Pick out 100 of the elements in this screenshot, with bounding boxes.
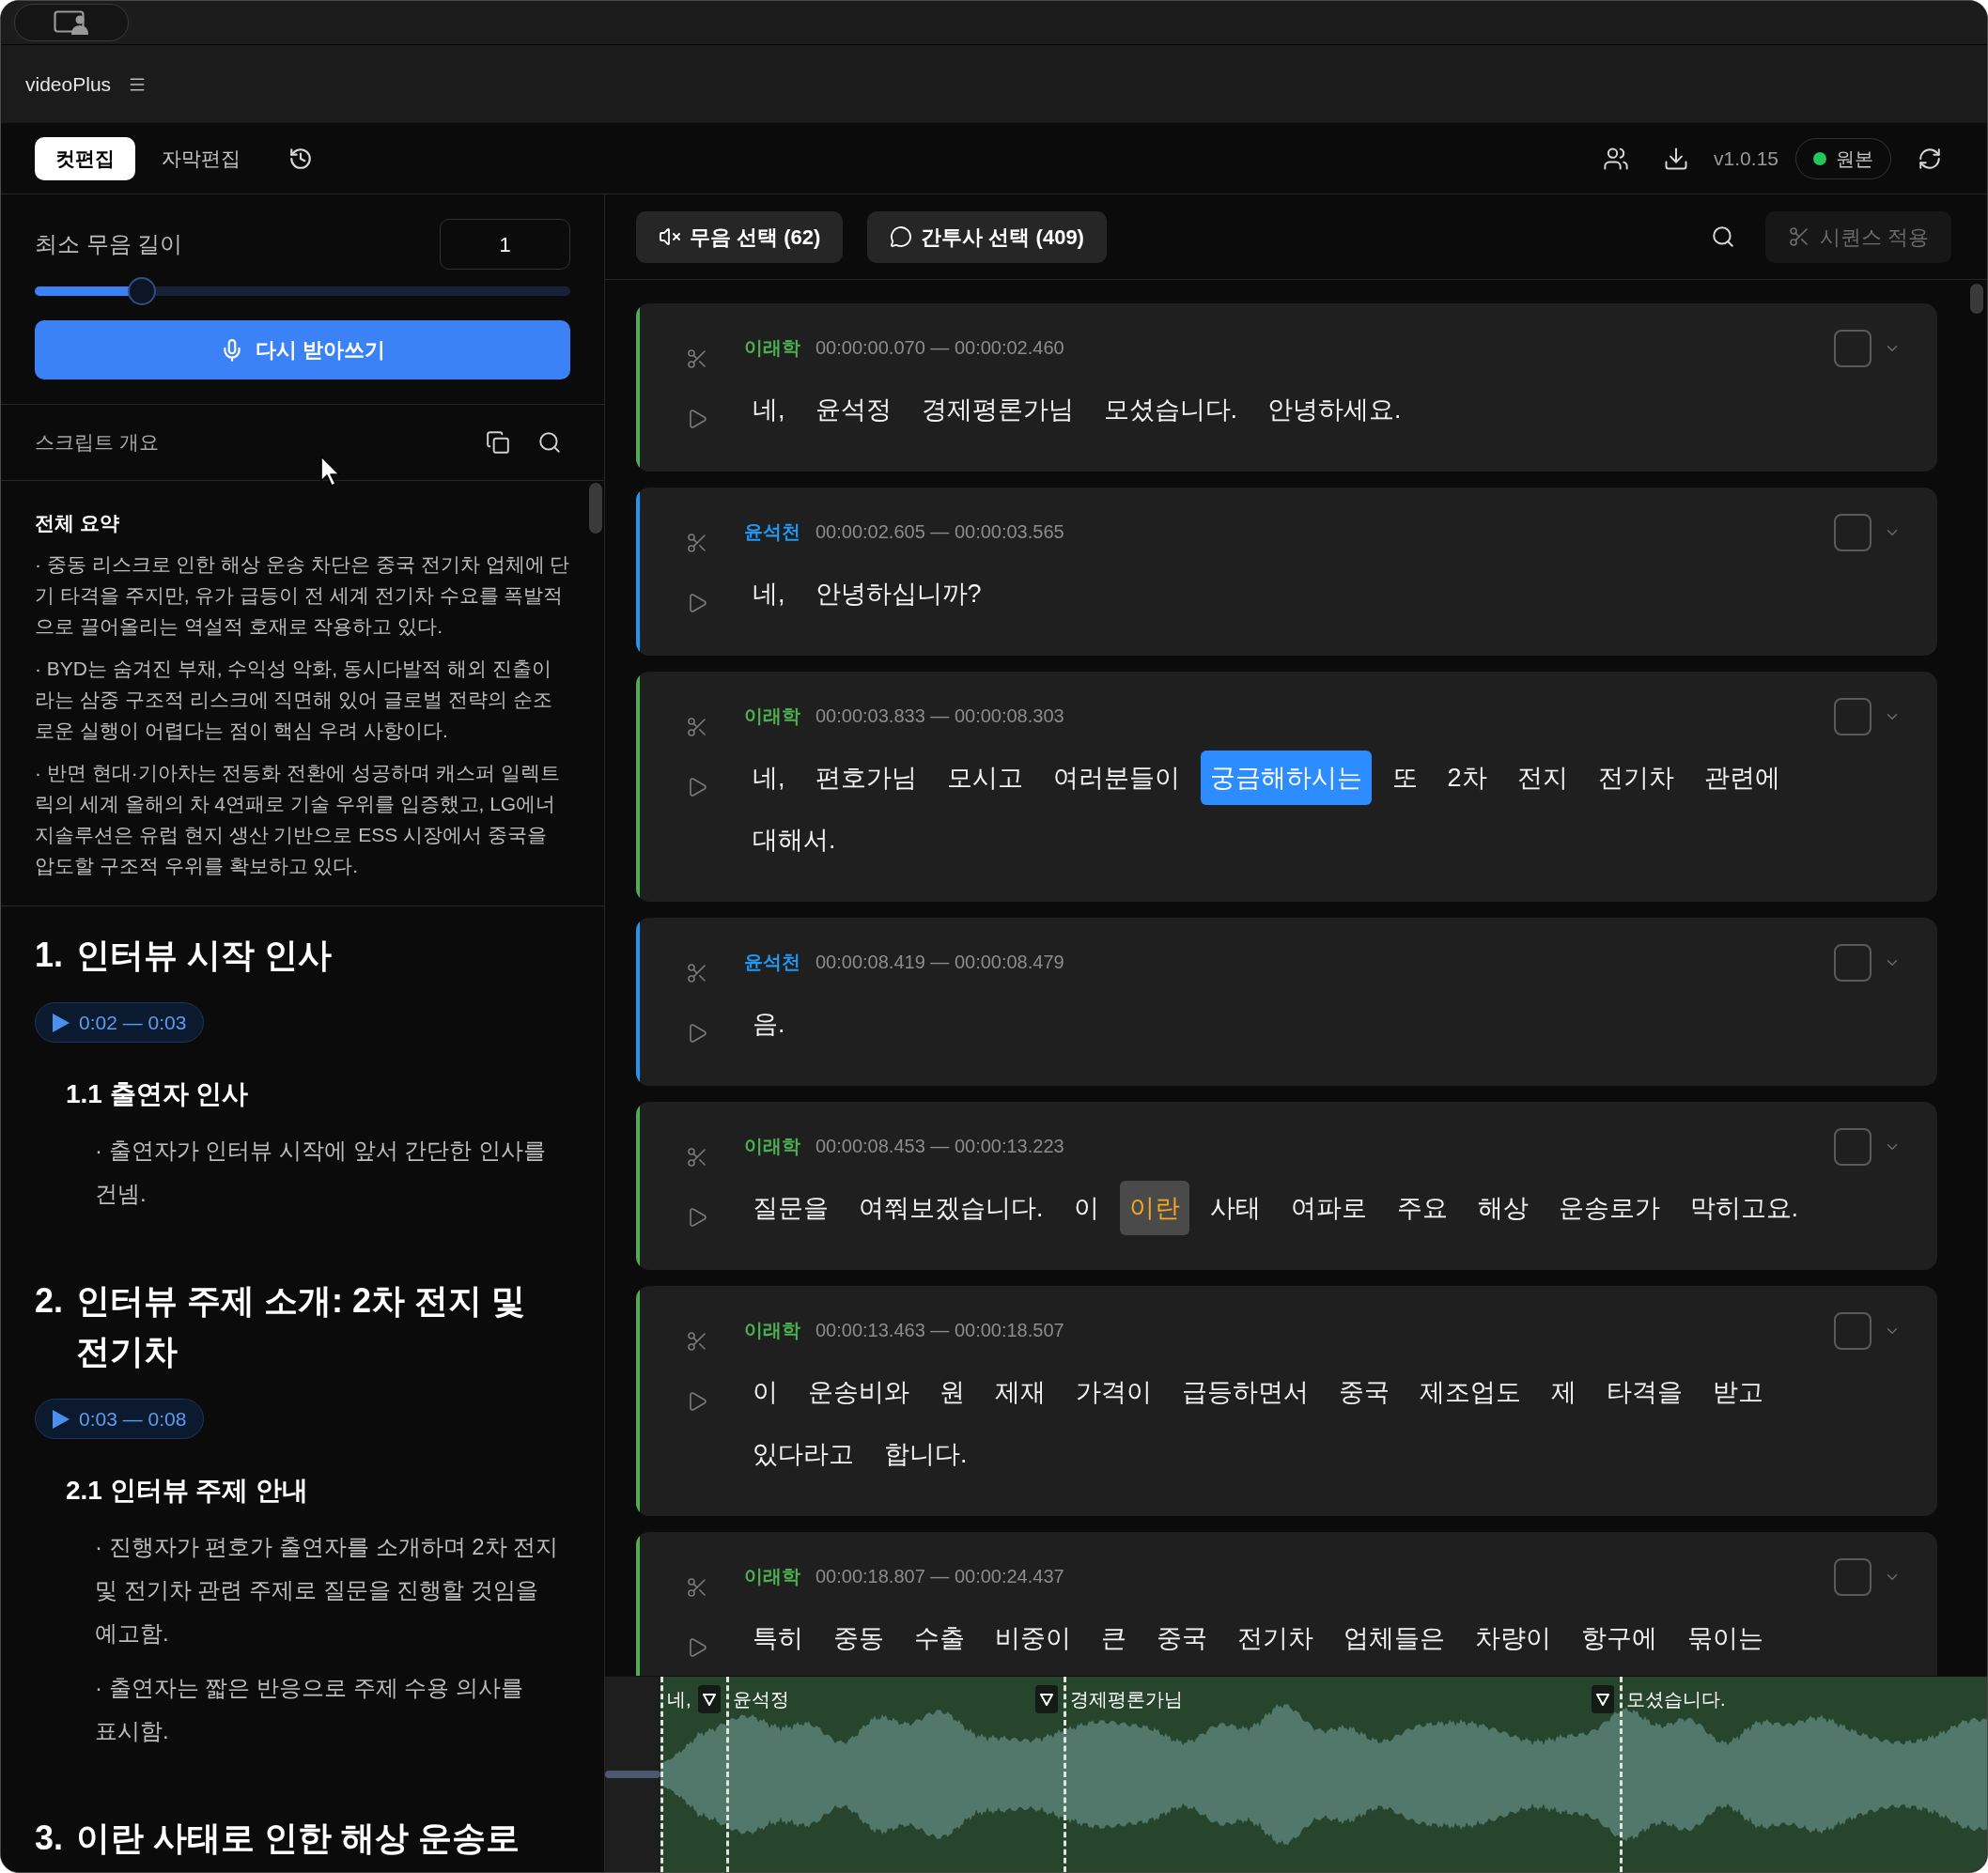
search-icon[interactable] [1710, 224, 1735, 249]
word-boundary-line[interactable] [1064, 1677, 1066, 1872]
transcript-word[interactable]: 편호가님 [805, 751, 926, 805]
filter-select-button[interactable]: 간투사 선택 (409) [867, 210, 1107, 263]
transcript-word[interactable]: 타격을 [1597, 1365, 1692, 1419]
segment-checkbox[interactable] [1834, 1128, 1872, 1166]
triangle-marker-icon[interactable] [1592, 1685, 1614, 1713]
source-label: 원본 [1836, 147, 1873, 171]
editor-tab[interactable]: 컷편집 [35, 136, 135, 180]
transcript-word[interactable]: 특히 [743, 1611, 813, 1665]
scissors-icon[interactable] [686, 1330, 708, 1353]
transcript-word[interactable]: 중국 [1329, 1365, 1399, 1419]
scrollbar-thumb[interactable] [1970, 284, 1983, 314]
speaker-name: 이래학 [744, 704, 800, 728]
transcript-word[interactable]: 안녕하십니까? [805, 566, 991, 621]
segment-checkbox[interactable] [1834, 944, 1872, 982]
transcript-word[interactable]: 합니다. [875, 1427, 977, 1481]
transcript-word[interactable]: 또 [1382, 751, 1427, 805]
section-title: 인터뷰 시작 인사 [76, 935, 333, 976]
waveform-track[interactable]: 네, 윤석정 경제평론가님 모셨습니다. [660, 1677, 1987, 1872]
transcript-word[interactable]: 제조업도 [1410, 1365, 1530, 1419]
speaker-mute-icon [659, 225, 681, 248]
transcript-word[interactable]: 이 [1064, 1181, 1109, 1235]
transcript-word[interactable]: 큰 [1092, 1611, 1136, 1665]
transcript-word[interactable]: 질문을 [743, 1181, 838, 1235]
transcript-word[interactable]: 급등하면서 [1173, 1365, 1318, 1419]
scissors-icon[interactable] [686, 1146, 708, 1169]
transcript-word[interactable]: 있다라고 [743, 1427, 863, 1481]
filter-select-button[interactable]: 무음 선택 (62) [636, 210, 844, 263]
transcript-word[interactable]: 관련에 [1694, 751, 1790, 805]
triangle-marker-icon[interactable] [698, 1685, 721, 1713]
transcript-word[interactable]: 전기차 [1588, 751, 1684, 805]
transcript-word[interactable]: 업체들은 [1334, 1611, 1454, 1665]
time-range-button[interactable]: 0:03 — 0:08 [35, 1399, 205, 1439]
retranscribe-button[interactable]: 다시 받아쓰기 [35, 320, 570, 379]
transcript-word[interactable]: 여쭤보겠습니다. [849, 1181, 1053, 1235]
subsection-bullet: · 출연자는 짧은 반응으로 주제 수용 의사를 표시함. [95, 1674, 524, 1745]
scissors-icon[interactable] [686, 532, 708, 554]
word-boundary-line[interactable] [1620, 1677, 1623, 1872]
word-boundary-line[interactable] [660, 1677, 663, 1872]
transcript-word[interactable]: 운송비와 [799, 1365, 919, 1419]
transcript-word[interactable]: 사태 [1200, 1181, 1270, 1235]
word-boundary-line[interactable] [726, 1677, 729, 1872]
segment-checkbox[interactable] [1834, 1558, 1872, 1596]
transcript-word[interactable]: 모셨습니다. [1094, 382, 1248, 437]
transcript-word[interactable]: 운송로가 [1548, 1181, 1670, 1235]
segment-checkbox[interactable] [1834, 514, 1872, 551]
transcript-word[interactable]: 받고 [1703, 1365, 1773, 1419]
transcript-word[interactable]: 전지 [1507, 751, 1577, 805]
transcript-word[interactable]: 안녕하세요. [1258, 382, 1411, 437]
transcript-word[interactable]: 경제평론가님 [911, 382, 1083, 437]
transcript-word[interactable]: 주요 [1387, 1181, 1457, 1235]
transcript-word[interactable]: 해상 [1468, 1181, 1538, 1235]
transcript-word[interactable]: 막히고요. [1680, 1181, 1809, 1235]
segment-checkbox[interactable] [1834, 698, 1872, 735]
transcript-word[interactable]: 음. [743, 997, 795, 1051]
transcript-word[interactable]: 제재 [986, 1365, 1055, 1419]
transcript-word[interactable]: 이란 [1119, 1181, 1189, 1235]
min-silence-label: 최소 무음 길이 [35, 230, 183, 258]
transcript-word[interactable]: 여러분들이 [1043, 751, 1189, 805]
scrollbar-thumb[interactable] [589, 483, 602, 534]
segment-checkbox[interactable] [1834, 330, 1872, 367]
min-silence-field[interactable]: 1 [440, 219, 570, 270]
transcript-word[interactable]: 대해서. [743, 813, 846, 867]
transcript-word[interactable]: 윤석정 [805, 382, 901, 437]
transcript-word[interactable]: 가격이 [1066, 1365, 1161, 1419]
screen-share-button[interactable] [14, 4, 129, 41]
transcript-word[interactable]: 네, [743, 751, 795, 805]
transcript-word[interactable]: 차량이 [1466, 1611, 1561, 1665]
transcript-word[interactable]: 여파로 [1281, 1181, 1376, 1235]
editor-tab[interactable]: 자막편집 [141, 136, 261, 180]
transcript-word[interactable]: 네, [743, 382, 795, 437]
transcript-word[interactable]: 제 [1542, 1365, 1586, 1419]
segment-checkbox[interactable] [1834, 1312, 1872, 1350]
transcript-word[interactable]: 2차 [1437, 751, 1497, 805]
transcript-word[interactable]: 수출 [905, 1611, 974, 1665]
search-icon[interactable] [537, 430, 562, 455]
transcript-word[interactable]: 중동 [824, 1611, 893, 1665]
scissors-icon[interactable] [686, 962, 708, 984]
scissors-icon[interactable] [686, 1576, 708, 1599]
transcript-word[interactable]: 원 [930, 1365, 974, 1419]
silence-slider[interactable] [35, 277, 570, 305]
transcript-word[interactable]: 비중이 [986, 1611, 1080, 1665]
history-icon[interactable] [288, 146, 313, 171]
transcript-word[interactable]: 묶이는 [1678, 1611, 1773, 1665]
slider-thumb[interactable] [128, 277, 156, 305]
transcript-word[interactable]: 중국 [1147, 1611, 1217, 1665]
copy-icon[interactable] [486, 430, 510, 455]
speaker-name: 윤석천 [744, 520, 800, 544]
scissors-icon[interactable] [686, 348, 708, 370]
speaker-name: 이래학 [744, 336, 800, 360]
time-range-button[interactable]: 0:02 — 0:03 [35, 1002, 205, 1043]
transcript-word[interactable]: 이 [743, 1365, 787, 1419]
transcript-word[interactable]: 항구에 [1572, 1611, 1667, 1665]
triangle-marker-icon[interactable] [1035, 1685, 1058, 1713]
refresh-icon[interactable] [1918, 146, 1942, 171]
scissors-icon[interactable] [686, 716, 708, 738]
transcript-word[interactable]: 모시고 [937, 751, 1033, 805]
transcript-word[interactable]: 네, [743, 566, 795, 621]
transcript-word[interactable]: 전기차 [1228, 1611, 1323, 1665]
